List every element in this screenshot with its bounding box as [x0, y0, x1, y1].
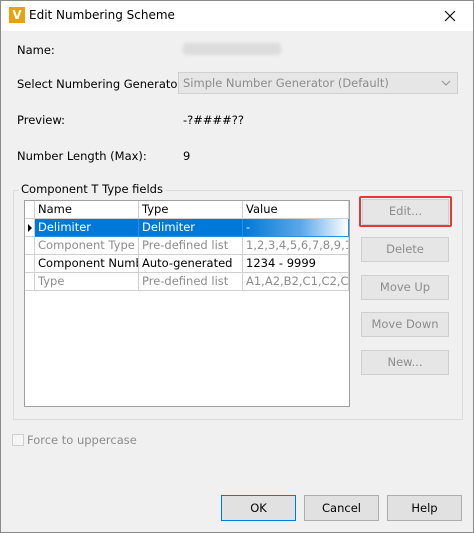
delete-button[interactable]: Delete [361, 237, 449, 262]
title-bar: V Edit Numbering Scheme [1, 1, 473, 31]
cell-type[interactable]: Auto-generated [139, 255, 243, 273]
cell-name[interactable]: Type [35, 273, 139, 291]
table-row[interactable]: Component Type Pre-defined list 1,2,3,4,… [25, 237, 349, 255]
cell-type[interactable]: Pre-defined list [139, 237, 243, 255]
dialog-window: V Edit Numbering Scheme Name: Select Num… [0, 0, 474, 533]
preview-label: Preview: [17, 113, 66, 127]
cancel-button[interactable]: Cancel [304, 495, 379, 521]
row-header [25, 255, 35, 273]
column-header-type[interactable]: Type [139, 201, 243, 219]
window-title: Edit Numbering Scheme [29, 8, 175, 22]
edit-button-highlight [359, 196, 452, 227]
grid-header-row: Name Type Value [25, 201, 349, 219]
chevron-down-icon [441, 80, 451, 86]
table-row[interactable]: Delimiter Delimiter - [25, 219, 349, 237]
close-icon [444, 10, 456, 22]
cell-name[interactable]: Delimiter [35, 219, 139, 237]
cell-value[interactable]: A1,A2,B2,C1,C2,C3,... [243, 273, 349, 291]
cell-type[interactable]: Delimiter [139, 219, 243, 237]
cell-name[interactable]: Component Number [35, 255, 139, 273]
move-up-button[interactable]: Move Up [361, 275, 449, 300]
cell-name[interactable]: Component Type [35, 237, 139, 255]
length-label: Number Length (Max): [17, 149, 147, 163]
table-row[interactable]: Type Pre-defined list A1,A2,B2,C1,C2,C3,… [25, 273, 349, 291]
generator-label: Select Numbering Generator: [17, 77, 186, 91]
generator-select-value: Simple Number Generator (Default) [183, 76, 389, 90]
name-label: Name: [17, 43, 55, 57]
column-header-name[interactable]: Name [35, 201, 139, 219]
help-button[interactable]: Help [387, 495, 462, 521]
preview-value: -?####?? [183, 113, 245, 127]
generator-select[interactable]: Simple Number Generator (Default) [178, 72, 458, 94]
cell-type[interactable]: Pre-defined list [139, 273, 243, 291]
row-header [25, 201, 35, 219]
uppercase-checkbox[interactable] [12, 434, 24, 446]
fields-group-title: Component T Type fields [19, 182, 165, 196]
cell-value[interactable]: 1,2,3,4,5,6,7,8,9,10 [243, 237, 349, 255]
ok-button[interactable]: OK [221, 495, 296, 521]
row-header [25, 219, 35, 237]
fields-grid[interactable]: Name Type Value Delimiter Delimiter - Co… [24, 200, 350, 407]
table-row[interactable]: Component Number Auto-generated 1234 - 9… [25, 255, 349, 273]
column-header-value[interactable]: Value [243, 201, 349, 219]
move-down-button[interactable]: Move Down [361, 312, 449, 337]
cell-value[interactable]: - [243, 219, 349, 237]
current-row-arrow-icon [28, 224, 32, 232]
length-value: 9 [183, 149, 191, 163]
cell-value[interactable]: 1234 - 9999 [243, 255, 349, 273]
row-header [25, 273, 35, 291]
close-button[interactable] [427, 1, 473, 31]
app-logo-icon: V [9, 7, 25, 23]
uppercase-checkbox-label[interactable]: Force to uppercase [27, 433, 137, 447]
name-value-redacted [183, 43, 281, 55]
row-header [25, 237, 35, 255]
new-button[interactable]: New... [361, 350, 449, 375]
